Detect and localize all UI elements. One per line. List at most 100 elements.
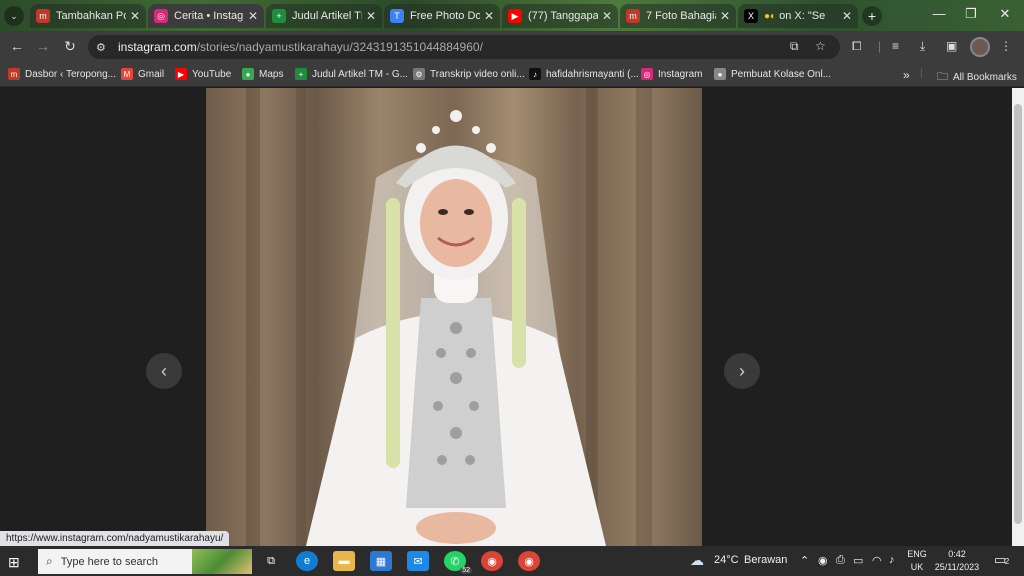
all-bookmarks-button[interactable]: 🗀 All Bookmarks [937,68,1017,87]
chrome-profile-icon[interactable]: ◉ [518,551,540,571]
divider: | [920,68,923,79]
media-controls-icon[interactable]: ≡ [892,39,899,53]
tiktok-icon: ♪ [529,68,541,80]
bookmark-label: Judul Artikel TM - G... [312,68,408,80]
battery-icon[interactable]: ▭ [853,554,863,567]
emoji-icon: ●◐ [764,10,777,22]
whatsapp-icon[interactable]: ✆ 52 [444,551,472,574]
chrome-icon[interactable]: ◉ [481,551,503,571]
profile-avatar[interactable] [970,37,990,57]
record-icon[interactable]: ◉ [818,554,828,567]
youtube-icon: ▶ [175,68,187,80]
instagram-favicon-icon: ◎ [154,9,168,23]
side-panel-icon[interactable]: ▣ [946,39,957,53]
tab-title: Tambahkan Pos [56,10,126,22]
next-story-button[interactable]: › [724,353,760,389]
close-tab-icon[interactable]: ✕ [602,9,612,23]
gmail-icon: M [121,68,133,80]
weather-temp[interactable]: 24°C [714,554,739,566]
site-info-icon[interactable]: ⚙ [96,41,112,54]
sheets-icon: + [295,68,307,80]
close-tab-icon[interactable]: ✕ [720,9,730,23]
bookmark-kolase[interactable]: ● Pembuat Kolase Onl... [714,68,831,80]
minimize-icon[interactable]: — [924,6,954,21]
extensions-icon[interactable]: ⧠ [852,39,862,54]
tab-title: (77) Tanggapan [528,10,598,22]
tab-title: 7 Foto Bahagia [646,10,716,22]
new-tab-button[interactable]: + [862,6,882,26]
favicon-icon: T [390,9,404,23]
tab-foto-bahagia[interactable]: m 7 Foto Bahagia ✕ [620,4,736,28]
tab-title: Judul Artikel TM [292,10,362,22]
windows-taskbar: ⊞ ⌕ Type here to search ⧉ e ▬ ▦ ✉ ✆ 52 ◉… [0,546,1024,576]
bookmark-tiktok[interactable]: ♪ hafidahrismayanti (... [529,68,639,80]
mail-icon[interactable]: ✉ [407,551,429,571]
bookmarks-overflow-button[interactable]: » [903,68,910,82]
tab-search-chevron-icon[interactable]: ⌄ [4,6,24,26]
menu-icon[interactable]: ⋮ [1000,39,1012,53]
taskbar-search-box[interactable]: ⌕ Type here to search [38,549,252,574]
language-code[interactable]: ENG [906,549,928,559]
windows-start-icon[interactable]: ⊞ [8,554,24,570]
volume-icon[interactable]: ♪ [889,554,895,566]
download-icon[interactable]: ⤓ [920,39,925,54]
close-tab-icon[interactable]: ✕ [366,9,376,23]
tab-instagram-story[interactable]: ◎ Cerita • Instagram ✕ [148,4,264,28]
page-scrollbar[interactable] [1012,88,1024,546]
browser-toolbar: ← → ↻ ⚙ instagram.com /stories/nadyamust… [0,31,1024,63]
tab-tambahkan-pos[interactable]: m Tambahkan Pos ✕ [30,4,146,28]
keyboard-layout[interactable]: UK [906,562,928,572]
tab-youtube[interactable]: ▶ (77) Tanggapan ✕ [502,4,618,28]
clock-time[interactable]: 0:42 [932,549,982,559]
microsoft-store-icon[interactable]: ▦ [370,551,392,571]
bookmark-dasbor[interactable]: m Dasbor ‹ Teropong... [8,68,116,80]
restore-icon[interactable]: ❐ [956,6,986,22]
previous-story-button[interactable]: ‹ [146,353,182,389]
link-status-bar: https://www.instagram.com/nadyamustikara… [0,531,230,546]
tab-judul-artikel[interactable]: + Judul Artikel TM ✕ [266,4,382,28]
close-tab-icon[interactable]: ✕ [484,9,494,23]
favicon-icon: m [36,9,50,23]
clock-date[interactable]: 25/11/2023 [932,562,982,572]
bookmarks-bar: m Dasbor ‹ Teropong... M Gmail ▶ YouTube… [0,63,1024,87]
search-placeholder: Type here to search [60,555,158,568]
bookmark-label: Instagram [658,68,703,80]
back-icon[interactable]: ← [8,38,26,54]
bookmark-youtube[interactable]: ▶ YouTube [175,68,231,80]
wifi-icon[interactable]: ◠ [872,554,882,567]
bookmark-gmail[interactable]: M Gmail [121,68,164,80]
bookmark-star-icon[interactable]: ☆ [815,39,826,53]
cloud-weather-icon[interactable]: ☁ [690,552,704,569]
chevron-up-icon[interactable]: ⌃ [800,554,809,567]
instagram-icon: ◎ [641,68,653,80]
bookmark-judul-artikel[interactable]: + Judul Artikel TM - G... [295,68,408,80]
favicon-icon: m [626,9,640,23]
bookmark-transkrip[interactable]: ⚙ Transkrip video onli... [413,68,525,80]
close-tab-icon[interactable]: ✕ [248,9,258,23]
install-app-icon[interactable]: ⧉ [790,39,799,54]
close-window-icon[interactable]: ✕ [990,6,1020,22]
scrollbar-thumb[interactable] [1014,104,1022,524]
reload-icon[interactable]: ↻ [61,38,79,55]
bookmark-maps[interactable]: ● Maps [242,68,283,80]
forward-icon[interactable]: → [34,38,52,54]
search-icon: ⌕ [46,554,53,568]
tab-free-photo[interactable]: T Free Photo Do ✕ [384,4,500,28]
close-tab-icon[interactable]: ✕ [130,9,140,23]
bookmark-label: hafidahrismayanti (... [546,68,639,80]
bookmark-label: YouTube [192,68,232,80]
device-icon[interactable]: ⎙ [836,554,845,567]
story-image[interactable] [206,88,702,546]
bookmark-instagram[interactable]: ◎ Instagram [641,68,702,80]
tab-x[interactable]: X ●◐ on X: "Se ✕ [738,4,858,28]
weather-text[interactable]: Berawan [744,554,787,566]
maps-icon: ● [242,68,254,80]
close-tab-icon[interactable]: ✕ [842,9,852,23]
address-bar[interactable]: ⚙ instagram.com /stories/nadyamustikarah… [88,35,840,59]
all-bookmarks-label: All Bookmarks [953,72,1017,83]
edge-icon[interactable]: e [296,551,318,571]
task-view-icon[interactable]: ⧉ [260,551,282,571]
file-explorer-icon[interactable]: ▬ [333,551,355,571]
bookmark-label: Dasbor ‹ Teropong... [25,68,116,80]
notification-count: 2 [1004,557,1010,566]
